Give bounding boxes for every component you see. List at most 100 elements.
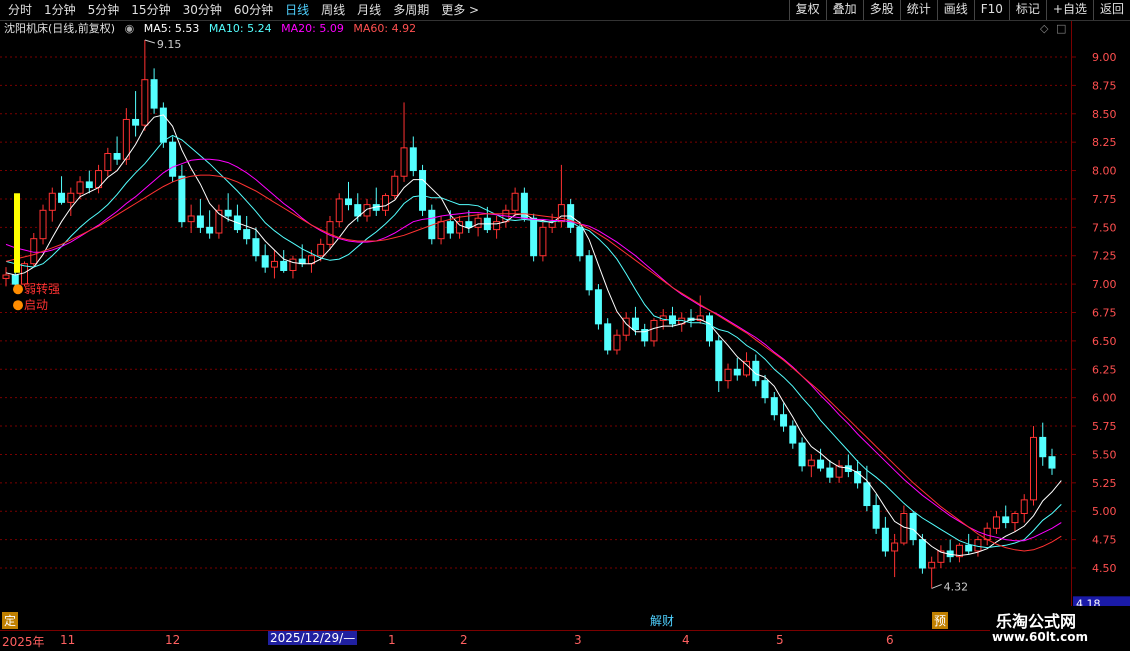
candle-body [1029,436,1037,501]
event-tag-right[interactable]: 预 [932,612,949,629]
axis-tick-label: 6.00 [1092,392,1117,405]
low-price-label: 4.32 [944,580,969,593]
date-label: 1 [388,633,396,647]
candle-body [187,215,195,223]
candle-body [530,217,538,257]
tab-weekly[interactable]: 周线 [317,2,349,18]
axis-tick-label: 7.75 [1092,193,1117,206]
candle-body [363,204,371,217]
ma10-line [5,134,1062,549]
candle-body [465,221,473,228]
candle-body [780,414,788,427]
diamond-icon[interactable]: ◇ [1040,21,1048,37]
date-label: 2 [460,633,468,647]
candle-body [604,323,612,351]
signal-icon [13,284,23,295]
settings-icon[interactable]: ◉ [125,22,135,35]
candle-body [122,118,130,160]
candle-body [104,153,112,172]
candle-body [224,209,232,217]
event-tag-mid[interactable]: 解财 [650,612,674,629]
candle-body [76,181,84,194]
event-tag-left[interactable]: 定 [2,612,19,629]
candle-body [789,425,797,444]
candle-body [576,226,584,257]
mark-button[interactable]: 标记 [1008,0,1046,20]
candle-body [21,263,29,285]
axis-tick-label: 5.75 [1092,420,1117,433]
axis-tick-label: 7.25 [1092,250,1117,263]
candle-body [798,442,806,467]
axis-tick-label: 8.25 [1092,136,1117,149]
signal-bar [14,193,20,273]
high-pointer [144,39,155,44]
tab-monthly[interactable]: 月线 [353,2,385,18]
candle-body [511,192,519,211]
date-axis: 2025年 11 12 2025/12/29/— 1 2 3 4 5 6 [0,630,1070,651]
watermark: 乐淘公式网 www.60lt.com [990,606,1130,650]
candle-body [58,192,66,203]
stock-title: 沈阳机床(日线,前复权) [4,22,116,35]
overlay-button[interactable]: 叠加 [825,0,863,20]
box-icon[interactable]: □ [1056,21,1066,37]
tab-15min[interactable]: 15分钟 [127,2,174,18]
low-pointer [931,583,942,589]
candle-body [650,319,658,342]
signal-label: 启动 [24,298,48,312]
ma20-value: MA20: 5.09 [281,22,344,35]
candle-body [446,221,454,234]
candle-body [437,221,445,240]
candle-body [974,539,982,552]
axis-tick-label: 5.50 [1092,448,1117,461]
date-label: 2025年 [2,635,45,649]
candle-body [400,147,408,177]
signal-label: 弱转强 [24,281,60,296]
ma10-value: MA10: 5.24 [208,22,272,35]
restore-rights-button[interactable]: 复权 [788,0,826,20]
tab-fenshi[interactable]: 分时 [4,2,36,18]
back-button[interactable]: 返回 [1092,0,1130,20]
candle-body [706,315,714,342]
tab-1min[interactable]: 1分钟 [40,2,80,18]
period-tabs: 分时 1分钟 5分钟 15分钟 30分钟 60分钟 日线 周线 月线 多周期 更… [4,2,483,18]
axis-tick-label: 8.50 [1092,108,1117,121]
tab-multi-period[interactable]: 多周期 [389,2,433,18]
f10-button[interactable]: F10 [973,0,1009,20]
candle-body [159,107,167,143]
candle-body [85,181,93,189]
candle-body [141,79,149,126]
tab-60min[interactable]: 60分钟 [230,2,277,18]
candle-body [335,198,343,223]
draw-line-button[interactable]: 画线 [936,0,974,20]
tab-daily[interactable]: 日线 [281,2,313,18]
candle-body [761,380,769,399]
candle-body [206,226,214,234]
candle-body [419,170,427,211]
candle-body [270,260,278,268]
candle-body [1011,512,1019,524]
candle-body [169,141,177,177]
axis-tick-label: 4.50 [1092,562,1117,575]
tab-5min[interactable]: 5分钟 [84,2,124,18]
candle-body [715,340,723,382]
date-label: 4 [682,633,690,647]
axis-tick-label: 5.25 [1092,477,1117,490]
candle-body [928,561,936,569]
candle-body [474,217,482,228]
candle-body [724,368,732,382]
candle-body [909,512,917,541]
candle-body [1002,516,1010,524]
tab-more[interactable]: 更多 > [437,2,483,18]
add-watchlist-button[interactable]: +自选 [1045,0,1093,20]
tab-30min[interactable]: 30分钟 [179,2,226,18]
multi-stock-button[interactable]: 多股 [862,0,900,20]
candle-body [382,195,390,211]
date-label: 6 [886,633,894,647]
date-label: 5 [776,633,784,647]
watermark-title: 乐淘公式网 [996,612,1077,631]
candle-body [770,397,778,416]
axis-tick-label: 9.00 [1092,51,1117,64]
candlestick-chart[interactable]: 9.15 4.32 弱转强启动 [0,38,1070,610]
statistics-button[interactable]: 统计 [899,0,937,20]
candle-body [2,274,10,279]
